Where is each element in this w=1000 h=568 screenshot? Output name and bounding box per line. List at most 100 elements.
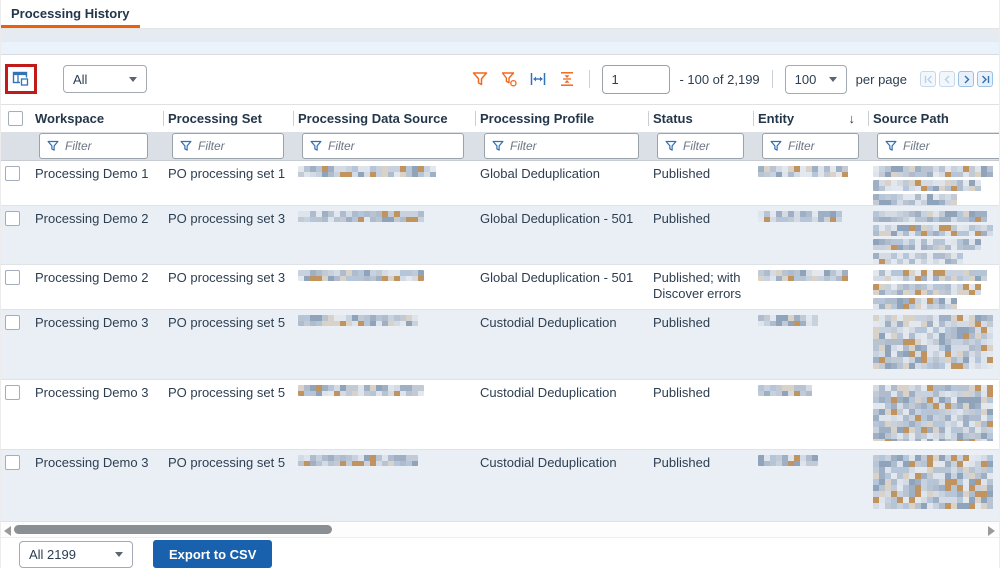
redacted-source-path: [873, 166, 995, 206]
row-checkbox[interactable]: [5, 385, 20, 401]
export-to-csv-button[interactable]: Export to CSV: [153, 540, 273, 568]
tab-bar: Processing History: [1, 0, 999, 29]
cell-status: Published: [653, 455, 711, 471]
scroll-left-icon[interactable]: [4, 526, 11, 537]
filter-funnel-icon: [180, 140, 192, 151]
filter-funnel-icon: [492, 140, 504, 151]
pager: [920, 71, 993, 88]
export-scope-value: All 2199: [29, 546, 76, 562]
page-size-value: 100: [794, 71, 817, 87]
filter-funnel-icon: [885, 140, 897, 151]
cell-processing-data-source: [294, 206, 476, 223]
sort-descending-icon: ↓: [848, 110, 856, 126]
column-header-processing-data-source[interactable]: Processing Data Source: [294, 105, 476, 132]
export-scope-dropdown[interactable]: All 2199: [19, 540, 133, 568]
cell-entity: [754, 206, 869, 223]
entity-filter-input[interactable]: Filter: [762, 132, 859, 159]
redacted-source-path: [873, 315, 997, 370]
row-checkbox[interactable]: [5, 270, 20, 286]
column-header-processing-profile[interactable]: Processing Profile: [476, 105, 649, 132]
cell-source-path: [869, 450, 1000, 510]
column-header-workspace[interactable]: Workspace: [31, 105, 164, 132]
source-path-filter-input[interactable]: Filter: [877, 132, 999, 159]
row-checkbox[interactable]: [5, 211, 20, 227]
cell-processing-set: PO processing set 5: [168, 455, 286, 471]
redacted-source-path: [873, 385, 997, 442]
filter-funnel-icon: [665, 140, 677, 151]
cell-processing-profile: Global Deduplication - 501: [480, 211, 634, 227]
redacted-entity: [758, 455, 818, 467]
footer-bar: All 2199 Export to CSV: [1, 538, 999, 568]
cell-workspace: Processing Demo 3: [35, 315, 149, 331]
redacted-data-source: [298, 270, 424, 282]
processing-data-source-filter-input[interactable]: Filter: [302, 132, 464, 159]
page-size-dropdown[interactable]: 100: [784, 64, 847, 94]
cell-processing-set: PO processing set 5: [168, 315, 286, 331]
column-header-status[interactable]: Status: [649, 105, 754, 132]
table-row: Processing Demo 3 PO processing set 5 Cu…: [1, 450, 1000, 523]
processing-profile-filter-input[interactable]: Filter: [484, 132, 639, 159]
header-strip: [1, 29, 999, 42]
cell-processing-profile: Custodial Deduplication: [480, 455, 617, 471]
cell-processing-set: PO processing set 3: [168, 270, 286, 286]
cell-processing-profile: Custodial Deduplication: [480, 315, 617, 331]
cell-workspace: Processing Demo 3: [35, 385, 149, 401]
redacted-data-source: [298, 385, 424, 397]
redacted-data-source: [298, 211, 426, 223]
row-checkbox[interactable]: [5, 315, 20, 331]
select-all-checkbox[interactable]: [8, 110, 23, 126]
page-start-input[interactable]: [602, 64, 671, 94]
redacted-entity: [758, 315, 822, 327]
cell-source-path: [869, 380, 1000, 442]
workspace-filter-input[interactable]: Filter: [39, 132, 148, 159]
redacted-source-path: [873, 270, 993, 310]
row-checkbox[interactable]: [5, 455, 20, 471]
column-header-processing-set[interactable]: Processing Set: [164, 105, 294, 132]
column-header-source-path[interactable]: Source Path: [869, 105, 999, 132]
processing-set-filter-input[interactable]: Filter: [172, 132, 284, 159]
cell-workspace: Processing Demo 1: [35, 166, 149, 182]
cell-status: Published: [653, 211, 711, 227]
header-strip-2: [1, 41, 999, 55]
redacted-source-path: [873, 211, 997, 265]
redacted-entity: [758, 166, 850, 178]
view-dropdown[interactable]: All: [63, 65, 147, 94]
view-dropdown-value: All: [73, 71, 88, 87]
next-page-icon[interactable]: [958, 71, 974, 88]
item-list-layout-icon[interactable]: [11, 69, 31, 89]
fit-column-width-icon[interactable]: [528, 69, 548, 89]
chevron-down-icon: [828, 76, 837, 82]
cell-entity: [754, 265, 869, 282]
redacted-source-path: [873, 455, 997, 510]
select-all-cell: [1, 105, 31, 132]
toolbar-separator: [589, 70, 591, 89]
cell-status: Published; with Discover errors: [653, 270, 742, 302]
fit-row-height-icon[interactable]: [557, 69, 577, 89]
last-page-icon[interactable]: [977, 71, 993, 88]
tab-processing-history[interactable]: Processing History: [1, 0, 140, 28]
page-range-text: - 100 of 2,199: [679, 71, 760, 87]
scrollbar-thumb[interactable]: [14, 525, 332, 535]
clear-filter-icon[interactable]: [499, 69, 519, 89]
previous-page-icon[interactable]: [939, 71, 955, 88]
filter-funnel-icon: [47, 140, 59, 151]
column-header-entity[interactable]: Entity ↓: [754, 105, 869, 132]
filter-icon[interactable]: [470, 69, 490, 89]
horizontal-scrollbar: [1, 522, 999, 538]
cell-source-path: [869, 265, 999, 310]
first-page-icon[interactable]: [920, 71, 936, 88]
status-filter-input[interactable]: Filter: [657, 132, 744, 159]
cell-processing-data-source: [294, 450, 476, 467]
table-row: Processing Demo 1 PO processing set 1 Gl…: [1, 161, 999, 207]
redacted-data-source: [298, 455, 418, 467]
cell-entity: [754, 380, 869, 397]
processing-history-page: Processing History All 1 - 100 of 2,199 …: [0, 0, 1000, 568]
scroll-right-icon[interactable]: [988, 526, 995, 537]
row-checkbox[interactable]: [5, 166, 20, 182]
cell-processing-data-source: [294, 380, 476, 397]
cell-source-path: [869, 310, 1000, 370]
chevron-down-icon: [129, 76, 137, 82]
cell-processing-set: PO processing set 5: [168, 385, 286, 401]
cell-workspace: Processing Demo 2: [35, 211, 149, 227]
redacted-data-source: [298, 166, 438, 178]
